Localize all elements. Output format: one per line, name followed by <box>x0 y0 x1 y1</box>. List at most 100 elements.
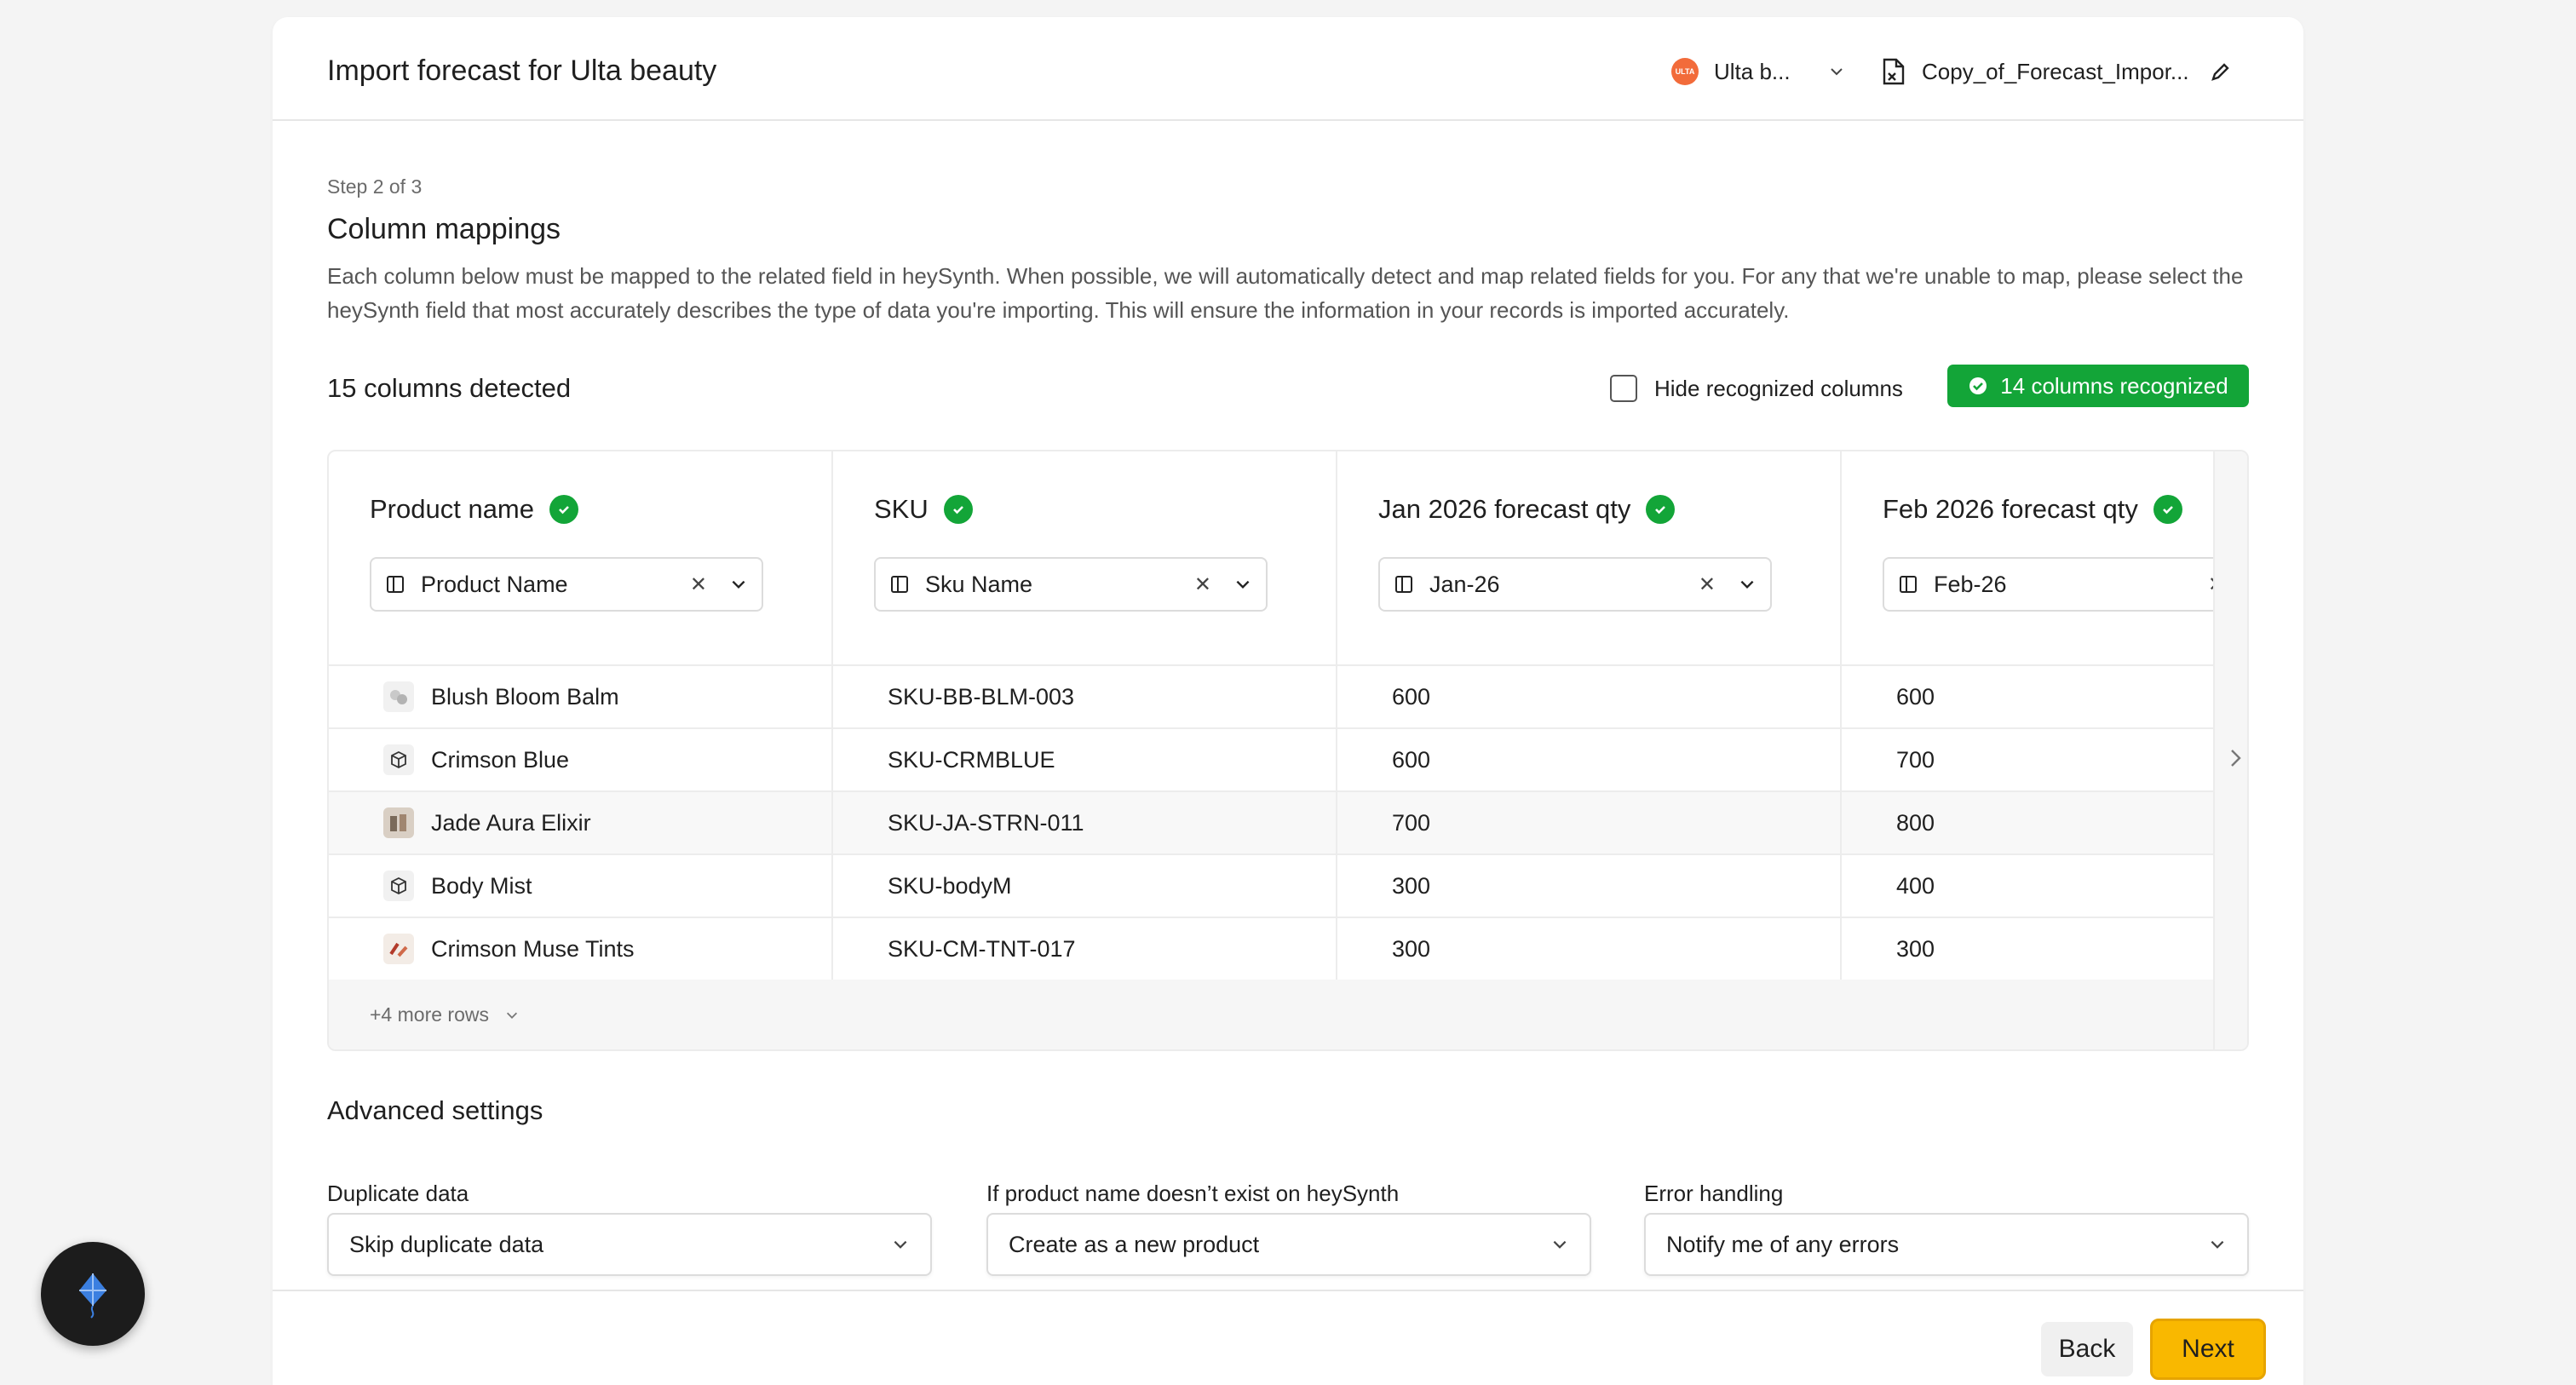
qty-cell: 800 <box>1896 809 1935 836</box>
missing-product-select[interactable]: Create as a new product <box>986 1213 1591 1276</box>
columns-detected: 15 columns detected <box>327 373 572 403</box>
import-card: Import forecast for Ulta beauty ULTA Ult… <box>273 17 2303 1385</box>
duplicate-data-label: Duplicate data <box>327 1181 469 1206</box>
check-circle-icon <box>1969 377 1987 394</box>
duplicate-data-value: Skip duplicate data <box>349 1231 544 1257</box>
chevron-down-icon <box>2211 1240 2224 1249</box>
recognized-check-icon <box>549 495 578 524</box>
sku-cell: SKU-BB-BLM-003 <box>888 683 1075 710</box>
qty-cell: 400 <box>1896 872 1935 899</box>
product-name: Crimson Blue <box>431 746 570 773</box>
advanced-settings-title: Advanced settings <box>327 1095 543 1125</box>
table-row: 700 <box>1842 729 2213 792</box>
table-row: Blush Bloom Balm <box>329 666 831 729</box>
sku-cell: SKU-JA-STRN-011 <box>888 809 1084 836</box>
assistant-fab[interactable] <box>41 1242 145 1346</box>
table-row: 600 <box>1337 729 1840 792</box>
duplicate-data-select[interactable]: Skip duplicate data <box>327 1213 932 1276</box>
table-row: Crimson Muse Tints <box>329 918 831 981</box>
sku-cell: SKU-CRMBLUE <box>888 746 1055 773</box>
section-description: Each column below must be mapped to the … <box>327 263 2244 323</box>
field-mapping-select[interactable]: Product Name ✕ <box>370 557 763 612</box>
sku-cell: SKU-CM-TNT-017 <box>888 935 1076 962</box>
hide-recognized-checkbox[interactable] <box>1610 375 1637 402</box>
qty-cell: 600 <box>1392 683 1431 710</box>
table-row: 600 <box>1842 666 2213 729</box>
pencil-icon[interactable] <box>2210 60 2232 83</box>
spreadsheet-file-icon <box>1883 58 1905 85</box>
back-button[interactable]: Back <box>2041 1322 2133 1376</box>
table-row: SKU-BB-BLM-003 <box>833 666 1336 729</box>
chevron-down-icon[interactable] <box>1233 575 1252 594</box>
field-mapping-select[interactable]: Feb-26 ✕ <box>1883 557 2240 612</box>
mapped-field: Jan-26 <box>1429 571 1500 597</box>
missing-product-value: Create as a new product <box>1009 1231 1260 1257</box>
box-icon <box>383 744 414 775</box>
clear-icon[interactable]: ✕ <box>1699 572 1716 597</box>
recognized-badge: 14 columns recognized <box>1947 365 2249 407</box>
chevron-down-icon <box>1830 68 1843 76</box>
qty-cell: 600 <box>1896 683 1935 710</box>
company-select[interactable]: ULTA Ulta b... <box>1671 56 1845 87</box>
table-row: SKU-CM-TNT-017 <box>833 918 1336 981</box>
qty-cell: 300 <box>1896 935 1935 962</box>
page-title: Import forecast for Ulta beauty <box>327 55 717 87</box>
table-row: Jade Aura Elixir <box>329 792 831 855</box>
recognized-check-icon <box>1646 495 1676 524</box>
clear-icon[interactable]: ✕ <box>1194 572 1211 597</box>
mapped-field: Sku Name <box>925 571 1033 597</box>
field-mapping-select[interactable]: Jan-26 ✕ <box>1378 557 1772 612</box>
mapped-field: Product Name <box>421 571 568 597</box>
column-icon <box>1900 576 1917 593</box>
product-name: Crimson Muse Tints <box>431 935 635 962</box>
table-footer <box>329 980 2247 1049</box>
product-name: Jade Aura Elixir <box>431 809 591 836</box>
column-product-name: Product name Product Name ✕ Blush Bloom … <box>329 451 833 981</box>
clear-icon[interactable]: ✕ <box>690 572 707 597</box>
column-header: Jan 2026 forecast qty Jan-26 ✕ <box>1337 451 1840 666</box>
kite-icon <box>79 1273 106 1319</box>
chevron-down-icon[interactable] <box>729 575 748 594</box>
column-header: SKU Sku Name ✕ <box>833 451 1336 666</box>
product-image-icon <box>383 807 414 838</box>
column-title: Product name <box>370 494 534 524</box>
more-rows-label: +4 more rows <box>370 1003 489 1026</box>
table-row: 300 <box>1842 918 2213 981</box>
more-rows-toggle[interactable]: +4 more rows <box>370 1003 520 1026</box>
header: Import forecast for Ulta beauty ULTA Ult… <box>273 17 2303 121</box>
table-row: Body Mist <box>329 855 831 918</box>
file-chip[interactable]: Copy_of_Forecast_Impor... <box>1881 56 2232 87</box>
hide-recognized-toggle[interactable]: Hide recognized columns <box>1610 373 1903 404</box>
column-icon <box>891 576 908 593</box>
column-title: Feb 2026 forecast qty <box>1883 494 2138 524</box>
qty-cell: 600 <box>1392 746 1431 773</box>
scroll-right-button[interactable] <box>2218 741 2247 775</box>
column-header: Feb 2026 forecast qty Feb-26 ✕ <box>1842 451 2240 666</box>
table-row: Crimson Blue <box>329 729 831 792</box>
mapped-field: Feb-26 <box>1934 571 2007 597</box>
footer-bar: Back Next <box>273 1290 2303 1385</box>
table-row: 400 <box>1842 855 2213 918</box>
table-row: SKU-bodyM <box>833 855 1336 918</box>
column-mapping-table[interactable]: Product name Product Name ✕ Blush Bloom … <box>327 450 2249 1051</box>
qty-cell: 300 <box>1392 935 1431 962</box>
table-row: SKU-JA-STRN-011 <box>833 792 1336 855</box>
chevron-down-icon <box>894 1240 907 1249</box>
next-button[interactable]: Next <box>2150 1319 2266 1380</box>
qty-cell: 700 <box>1392 809 1431 836</box>
qty-cell: 300 <box>1392 872 1431 899</box>
column-icon <box>1395 576 1412 593</box>
table-row: 300 <box>1337 855 1840 918</box>
chevron-right-icon <box>2231 750 2241 767</box>
column-header: Product name Product Name ✕ <box>329 451 831 666</box>
product-image-icon <box>383 681 414 712</box>
product-image-icon <box>383 934 414 964</box>
field-mapping-select[interactable]: Sku Name ✕ <box>874 557 1268 612</box>
chevron-down-icon[interactable] <box>1738 575 1757 594</box>
error-handling-label: Error handling <box>1644 1181 1784 1206</box>
error-handling-select[interactable]: Notify me of any errors <box>1644 1213 2249 1276</box>
column-feb-forecast: Feb 2026 forecast qty Feb-26 ✕ 600 700 8… <box>1842 451 2240 981</box>
company-name: Ulta b... <box>1714 58 1791 84</box>
table-row: 600 <box>1337 666 1840 729</box>
hide-recognized-label: Hide recognized columns <box>1654 375 1903 401</box>
